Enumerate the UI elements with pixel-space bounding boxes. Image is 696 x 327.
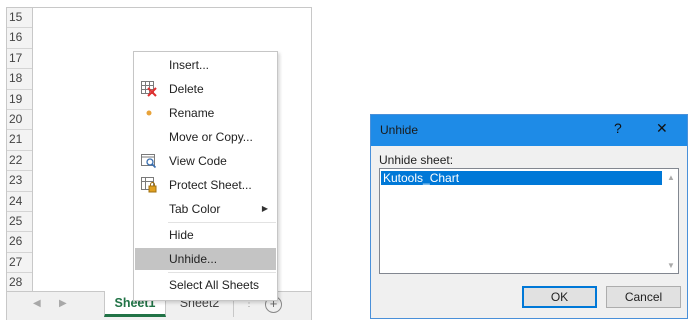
- delete-sheet-icon: [141, 81, 157, 97]
- hidden-sheets-list[interactable]: Kutools_Chart ▲ ▼: [379, 168, 679, 274]
- close-button[interactable]: ✕: [656, 120, 668, 137]
- menu-item-select-all-sheets[interactable]: Select All Sheets: [135, 274, 276, 296]
- row-header[interactable]: 19: [7, 90, 32, 110]
- protect-sheet-icon: [141, 177, 157, 193]
- scroll-tabs-left-icon[interactable]: ◀: [33, 298, 41, 309]
- menu-item-delete[interactable]: Delete: [135, 78, 276, 100]
- menu-item-label: Unhide...: [169, 252, 218, 266]
- row-header[interactable]: 20: [7, 110, 32, 131]
- menu-item-label: View Code: [169, 154, 227, 168]
- dialog-title-bar[interactable]: Unhide ? ✕: [371, 115, 687, 146]
- menu-item-label: Rename: [169, 106, 215, 120]
- row-header[interactable]: 18: [7, 69, 32, 90]
- row-header[interactable]: 25: [7, 212, 32, 233]
- menu-item-rename[interactable]: Rename: [135, 102, 276, 124]
- menu-item-label: Insert...: [169, 58, 210, 72]
- row-header[interactable]: 27: [7, 253, 32, 274]
- list-scrollbar[interactable]: ▲ ▼: [664, 169, 678, 273]
- row-header[interactable]: 17: [7, 49, 32, 70]
- help-button[interactable]: ?: [614, 120, 622, 136]
- list-item[interactable]: Kutools_Chart: [380, 170, 663, 186]
- menu-item-label: Select All Sheets: [169, 278, 260, 292]
- menu-item-insert[interactable]: Insert...: [135, 54, 276, 76]
- row-header[interactable]: 23: [7, 171, 32, 192]
- menu-item-label: Hide: [169, 228, 194, 242]
- row-headers: 15 16 17 18 19 20 21 22 23 24 25 26 27 2…: [7, 8, 33, 294]
- menu-item-tab-color[interactable]: Tab Color ▶: [135, 198, 276, 220]
- unhide-sheet-label: Unhide sheet:: [379, 153, 454, 167]
- row-header[interactable]: 15: [7, 8, 32, 29]
- submenu-arrow-icon: ▶: [261, 204, 268, 213]
- view-code-icon: [141, 153, 157, 169]
- menu-item-protect-sheet[interactable]: Protect Sheet...: [135, 174, 276, 196]
- menu-item-hide[interactable]: Hide: [135, 224, 276, 246]
- bullet-dot-icon: [141, 105, 157, 121]
- scroll-tabs-right-icon[interactable]: ▶: [59, 298, 67, 309]
- menu-item-label: Delete: [169, 82, 204, 96]
- unhide-dialog: Unhide ? ✕ Unhide sheet: Kutools_Chart ▲…: [370, 114, 688, 319]
- menu-item-label: Tab Color: [169, 202, 221, 216]
- row-header[interactable]: 26: [7, 232, 32, 253]
- menu-item-label: Move or Copy...: [169, 130, 253, 144]
- menu-item-move-or-copy[interactable]: Move or Copy...: [135, 126, 276, 148]
- menu-item-unhide[interactable]: Unhide...: [135, 248, 276, 270]
- ok-button[interactable]: OK: [522, 286, 597, 308]
- menu-separator: [168, 222, 276, 223]
- scroll-up-icon[interactable]: ▲: [667, 173, 675, 182]
- dialog-title: Unhide: [380, 123, 419, 137]
- row-header[interactable]: 21: [7, 130, 32, 151]
- row-header[interactable]: 16: [7, 28, 32, 49]
- menu-item-view-code[interactable]: View Code: [135, 150, 276, 172]
- row-header[interactable]: 22: [7, 151, 32, 172]
- menu-separator: [168, 272, 276, 273]
- menu-item-label: Protect Sheet...: [169, 178, 252, 192]
- sheet-tab-context-menu: Insert... Delete Rename Move or Copy...: [133, 51, 278, 301]
- scroll-down-icon[interactable]: ▼: [667, 261, 675, 270]
- row-header[interactable]: 24: [7, 192, 32, 212]
- cancel-button[interactable]: Cancel: [606, 286, 681, 308]
